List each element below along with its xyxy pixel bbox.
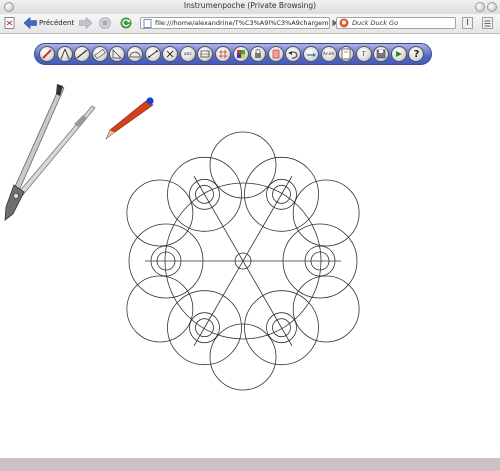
line-tool-icon[interactable]	[74, 46, 91, 62]
menu-button[interactable]	[482, 17, 493, 29]
url-text: file:///home/alexandrine/T%C3%A9l%C3%A9c…	[155, 19, 330, 27]
back-button[interactable]: Précédent	[24, 17, 74, 29]
menu-icon	[482, 17, 493, 29]
protractor-icon[interactable]	[126, 46, 143, 62]
color-tool-icon[interactable]	[232, 46, 249, 62]
download-icon	[462, 17, 473, 29]
set-square-icon[interactable]	[109, 46, 126, 62]
save-tool-icon[interactable]	[373, 46, 390, 62]
compass-tool-icon[interactable]	[56, 46, 73, 62]
back-arrow-icon	[24, 17, 37, 29]
geometric-figure	[126, 131, 360, 391]
search-input[interactable]: Duck Duck Go	[336, 17, 456, 29]
undo-tool-icon[interactable]	[285, 46, 302, 62]
forward-button[interactable]	[79, 17, 92, 29]
ruler-tool-icon[interactable]	[91, 46, 108, 62]
back-button-label: Précédent	[39, 19, 75, 27]
sidebar-toggle-button[interactable]	[4, 17, 15, 29]
eraser-tool-icon[interactable]	[267, 46, 284, 62]
drawing-canvas[interactable]	[0, 66, 500, 456]
document-icon	[4, 17, 15, 29]
grid-tool-icon[interactable]	[214, 46, 231, 62]
measure-tool-icon[interactable]	[197, 46, 214, 62]
pencil-tool-icon[interactable]	[39, 46, 55, 62]
downloads-button[interactable]	[462, 17, 473, 29]
point-tool-icon[interactable]	[162, 46, 179, 62]
reload-button[interactable]	[120, 17, 132, 29]
duckduckgo-icon	[339, 18, 349, 28]
geometry-toolbar: abc Anim T?	[34, 43, 432, 65]
compass-instrument[interactable]	[4, 84, 96, 221]
help-tool-icon[interactable]: ?	[408, 46, 425, 62]
navigation-bar: Précédent file:///home/alexandrine/T%C3%…	[0, 14, 500, 34]
close-window-icon[interactable]	[487, 2, 497, 12]
window-titlebar: Instrumenpoche (Private Browsing)	[0, 0, 500, 15]
search-placeholder: Duck Duck Go	[352, 19, 399, 27]
segment-tool-icon[interactable]	[144, 46, 161, 62]
pencil-instrument[interactable]	[105, 97, 154, 140]
status-bar	[0, 458, 500, 471]
minimize-window-icon[interactable]	[475, 2, 485, 12]
play-tool-icon[interactable]	[390, 46, 407, 62]
stop-button[interactable]	[99, 17, 111, 29]
url-field[interactable]: file:///home/alexandrine/T%C3%A9l%C3%A9c…	[140, 17, 330, 29]
forward-arrow-icon	[79, 17, 92, 29]
reload-icon	[120, 17, 132, 29]
zoom-tool-icon[interactable]	[338, 46, 355, 62]
redo-tool-icon[interactable]	[302, 46, 319, 62]
animation-tool-icon[interactable]: Anim	[320, 46, 337, 62]
page-icon	[143, 18, 152, 28]
window-title: Instrumenpoche (Private Browsing)	[183, 1, 317, 10]
lock-tool-icon[interactable]	[250, 46, 267, 62]
text-tool-icon[interactable]: T	[355, 46, 372, 62]
stop-icon	[99, 17, 111, 29]
label-tool-icon[interactable]: abc	[179, 46, 196, 62]
